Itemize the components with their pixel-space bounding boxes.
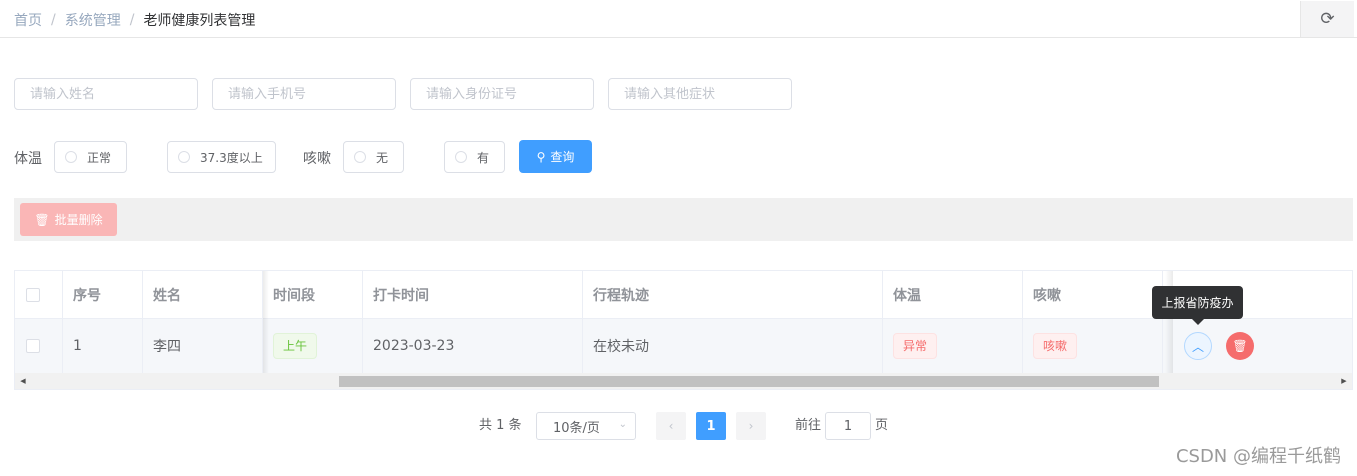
temperature-tag: 异常 [893, 333, 938, 359]
goto-suffix: 页 [875, 418, 889, 433]
radio-label: 有 [477, 150, 490, 165]
chevron-right-icon: › [748, 419, 754, 433]
prev-page-button[interactable]: ‹ [656, 412, 686, 440]
cell-cough: 咳嗽 [1023, 319, 1163, 373]
goto-page-input[interactable] [825, 412, 871, 440]
row-select-cell [15, 319, 63, 373]
scroll-left-icon[interactable]: ◀ [15, 373, 31, 389]
search-button-label: 查询 [550, 150, 575, 164]
cell-name: 李四 [143, 319, 263, 373]
delete-row-button[interactable]: 🗑 [1226, 332, 1254, 360]
temp-label: 体温 [14, 151, 42, 167]
goto-prefix: 前往 [795, 418, 822, 433]
temp-high-radio[interactable]: 37.3度以上 [167, 141, 276, 173]
cell-index: 1 [63, 319, 143, 373]
cell-period: 上午 [263, 319, 363, 373]
cell-checkin-time: 2023-03-23 [363, 319, 583, 373]
header-temperature: 体温 [883, 271, 1023, 318]
batch-delete-label: 批量删除 [54, 213, 103, 227]
radio-circle-icon [354, 151, 366, 163]
header-trajectory: 行程轨迹 [583, 271, 883, 318]
select-all-cell [15, 271, 63, 318]
name-input[interactable] [14, 78, 198, 110]
breadcrumb-home[interactable]: 首页 [14, 10, 42, 30]
search-button[interactable]: ⚲ 查询 [519, 140, 592, 173]
toolbar: 🗑 批量删除 [14, 198, 1353, 241]
cell-temperature: 异常 [883, 319, 1023, 373]
breadcrumb: 首页 / 系统管理 / 老师健康列表管理 [14, 10, 255, 30]
scroll-right-icon[interactable]: ▶ [1336, 373, 1352, 389]
header-period: 时间段 [263, 271, 363, 318]
search-icon: ⚲ [536, 149, 546, 164]
header-cough: 咳嗽 [1023, 271, 1163, 318]
radio-label: 正常 [87, 150, 112, 165]
page-size-value: 10条/页 [553, 420, 600, 436]
report-tooltip: 上报省防疫办 [1152, 286, 1243, 325]
cough-none-radio[interactable]: 无 [343, 141, 404, 173]
chevron-left-icon: ‹ [668, 419, 674, 433]
breadcrumb-system[interactable]: 系统管理 [65, 10, 121, 30]
page-number-current[interactable]: 1 [696, 412, 726, 440]
radio-label: 37.3度以上 [200, 150, 263, 165]
header-name: 姓名 [143, 271, 263, 318]
radio-circle-icon [65, 151, 77, 163]
page-size-select[interactable]: 10条/页 ⌄ [536, 412, 636, 440]
breadcrumb-separator: / [51, 12, 56, 28]
breadcrumb-current: 老师健康列表管理 [143, 13, 256, 29]
idcard-input[interactable] [410, 78, 594, 110]
pagination-total: 共 1 条 [479, 418, 522, 433]
watermark: CSDN @编程千纸鹤 [1175, 446, 1341, 467]
header-index: 序号 [63, 271, 143, 318]
horizontal-scrollbar[interactable]: ◀ ▶ [15, 373, 1352, 389]
temp-normal-radio[interactable]: 正常 [54, 141, 127, 173]
chevron-up-icon: ︿ [1191, 339, 1204, 354]
scrollbar-thumb[interactable] [339, 376, 1159, 387]
fixed-column-shadow [263, 271, 269, 373]
next-page-button[interactable]: › [736, 412, 766, 440]
batch-delete-button[interactable]: 🗑 批量删除 [20, 203, 117, 236]
refresh-button[interactable]: ⟳ [1300, 1, 1354, 37]
report-button[interactable]: ︿ [1184, 332, 1212, 360]
trash-icon: 🗑 [1232, 339, 1248, 353]
radio-circle-icon [178, 151, 190, 163]
chevron-down-icon: ⌄ [618, 419, 627, 430]
breadcrumb-separator: / [129, 12, 135, 28]
period-tag: 上午 [273, 333, 318, 359]
header-checkin-time: 打卡时间 [363, 271, 583, 318]
row-checkbox[interactable] [26, 339, 40, 353]
select-all-checkbox[interactable] [26, 287, 40, 302]
top-bar: 首页 / 系统管理 / 老师健康列表管理 ⟳ [0, 0, 1357, 38]
cell-trajectory: 在校未动 [583, 319, 883, 373]
radio-circle-icon [455, 151, 467, 163]
trash-icon: 🗑 [34, 212, 50, 227]
cough-label: 咳嗽 [303, 151, 331, 167]
phone-input[interactable] [212, 78, 396, 110]
radio-label: 无 [376, 150, 389, 165]
cough-yes-radio[interactable]: 有 [444, 141, 505, 173]
symptom-input[interactable] [608, 78, 792, 110]
table-row: 1 李四 上午 2023-03-23 在校未动 异常 咳嗽 ︿ 🗑 [15, 319, 1352, 373]
refresh-icon: ⟳ [1320, 9, 1335, 29]
cough-tag: 咳嗽 [1033, 333, 1078, 359]
